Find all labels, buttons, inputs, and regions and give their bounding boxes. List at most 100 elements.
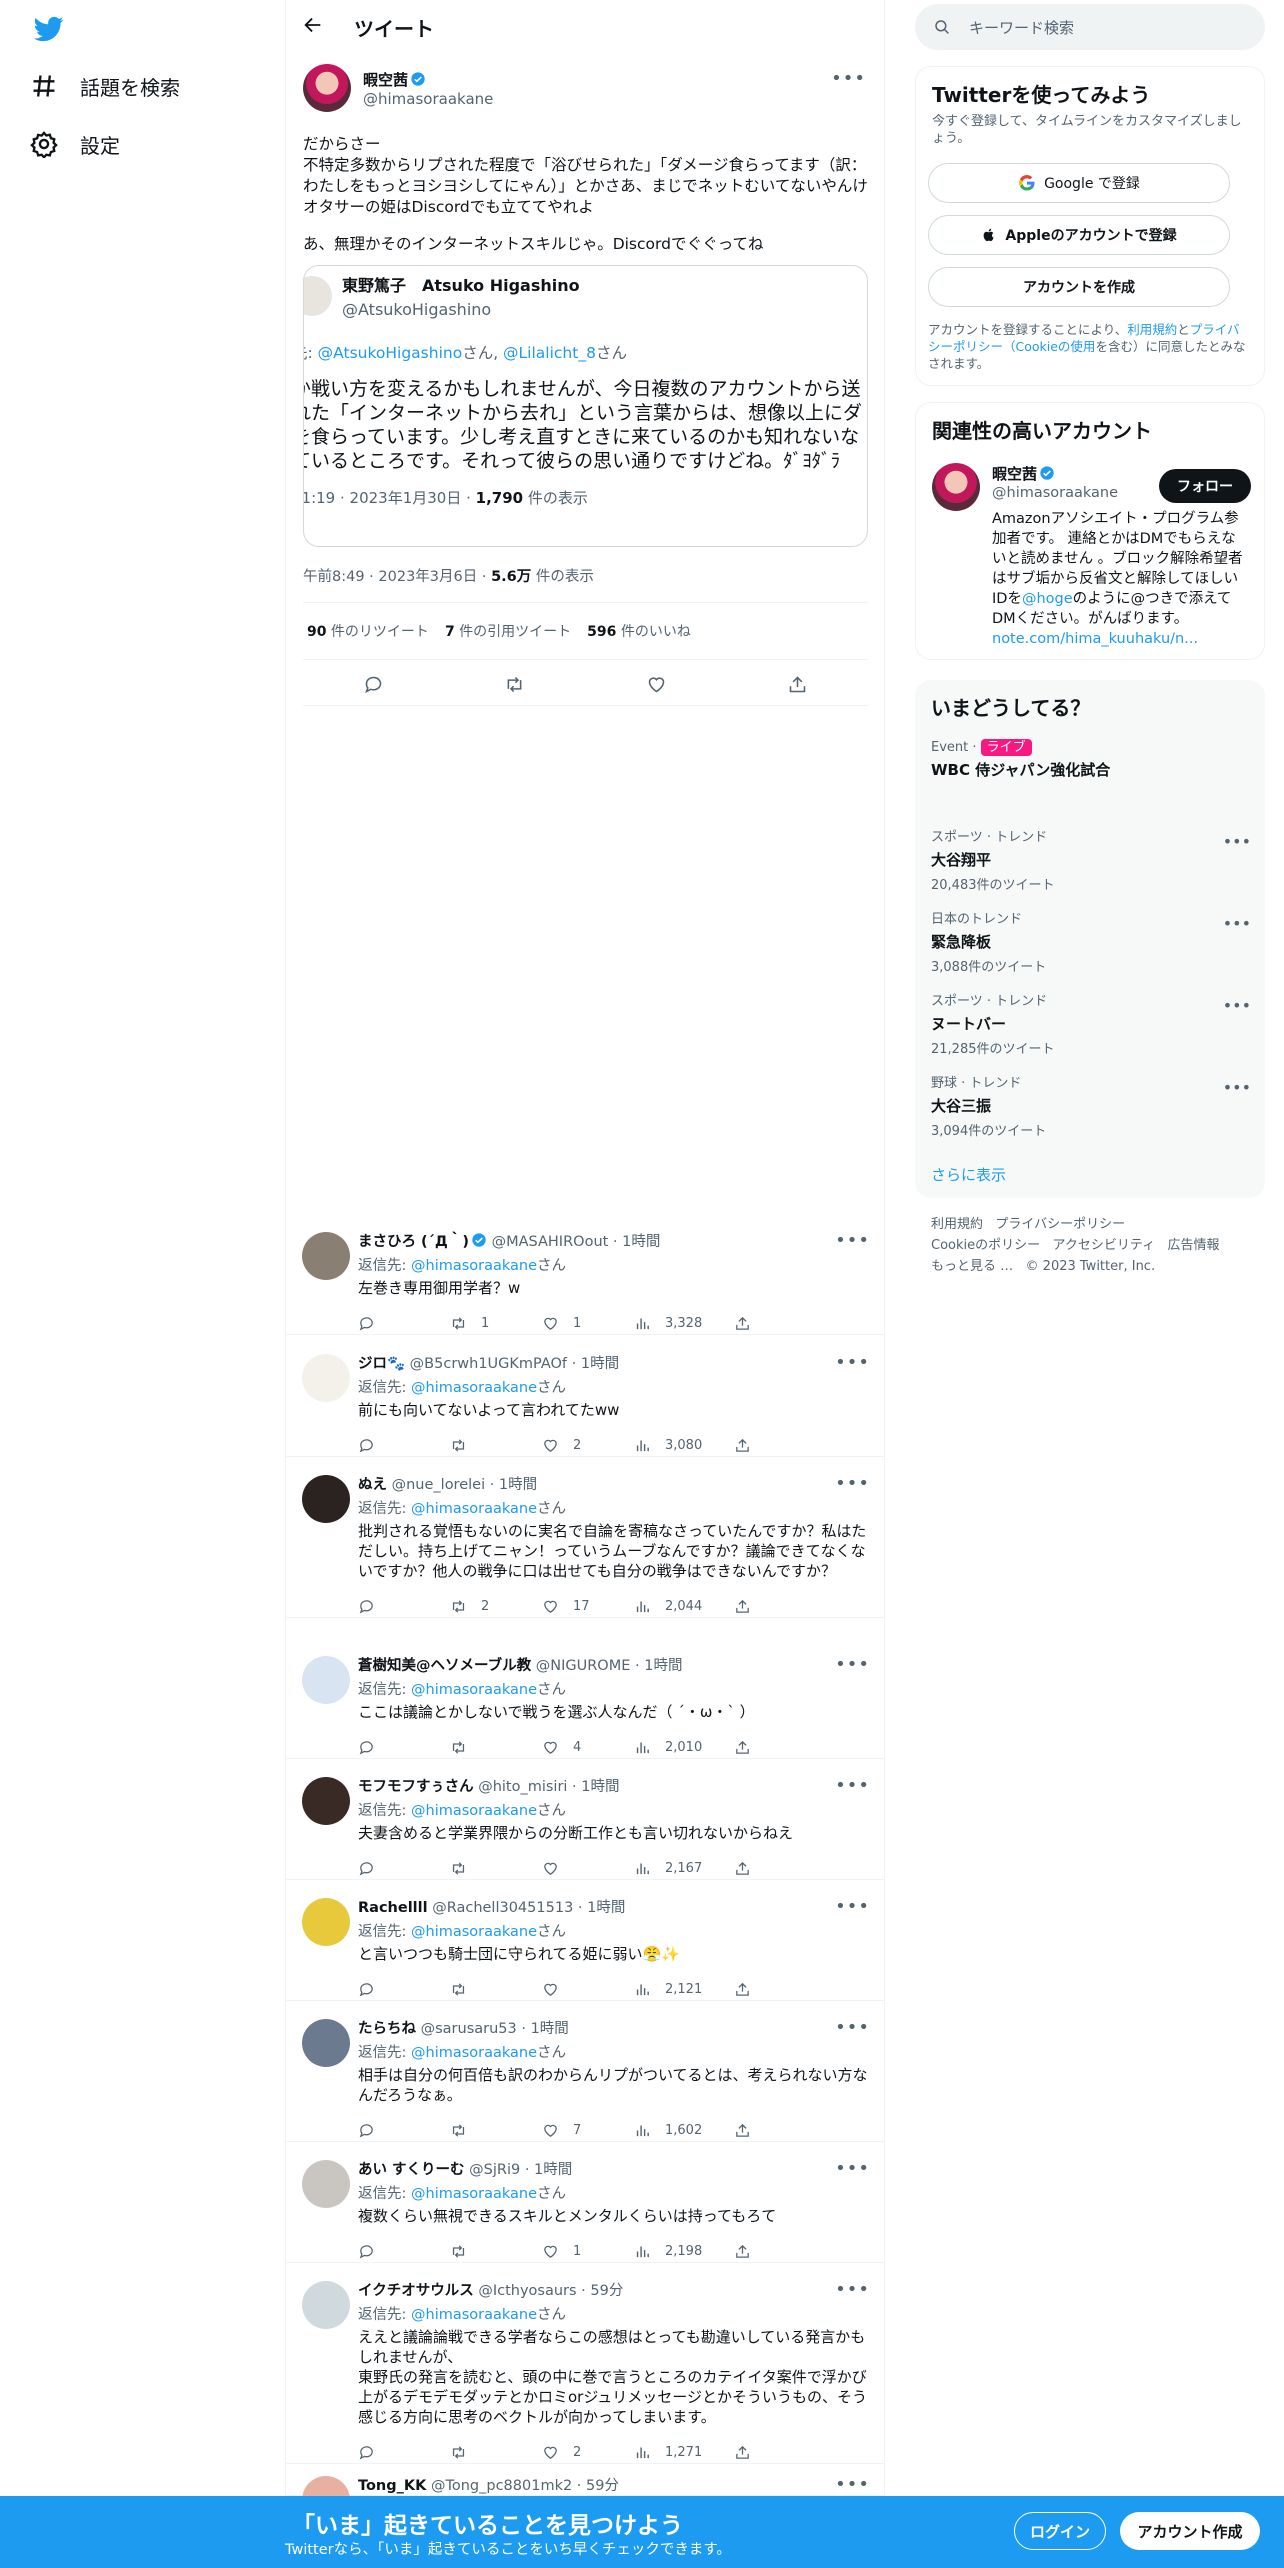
apple-signup-button[interactable]: Appleのアカウントで登録 xyxy=(928,215,1230,255)
terms-link[interactable]: 利用規約 xyxy=(1127,322,1177,337)
like-action[interactable]: 1 xyxy=(542,2243,634,2260)
more-options-icon[interactable]: ••• xyxy=(835,2474,870,2495)
reply-author-name[interactable]: あい すくりーむ xyxy=(358,2162,465,2178)
related-avatar[interactable] xyxy=(932,463,980,511)
share-action[interactable] xyxy=(734,1739,751,1756)
reply-author-name[interactable]: イクチオサウルス xyxy=(358,2283,474,2299)
reply-author-handle[interactable]: @NIGUROME xyxy=(536,1658,631,1674)
avatar[interactable] xyxy=(302,2019,350,2067)
reply-tweet[interactable]: ••• Tong_KK @Tong_pc8801mk2 · 59分 xyxy=(286,2462,884,2524)
share-icon[interactable] xyxy=(787,674,808,695)
reply-action[interactable] xyxy=(358,1739,450,1756)
reply-tweet[interactable]: ••• Rachellll @Rachell30451513 · 1時間 返信先: … xyxy=(286,1884,884,2001)
reply-author-name[interactable]: ジロ🐾 xyxy=(358,1356,405,1372)
reply-author-handle[interactable]: @hito_misiri xyxy=(478,1779,567,1795)
reply-tweet[interactable]: ••• ぬえ @nue_lorelei · 1時間 返信先: @himasoraak… xyxy=(286,1461,884,1618)
quote-reply-link-2[interactable]: @Lilalicht_8 xyxy=(503,344,596,362)
show-more-link[interactable]: さらに表示 xyxy=(931,1164,1006,1185)
back-button[interactable] xyxy=(302,14,324,40)
views-action[interactable]: 1,271 xyxy=(634,2444,734,2461)
more-options-icon[interactable]: ••• xyxy=(835,2158,870,2179)
quote-stat[interactable]: 7 件の引用ツイート xyxy=(445,621,571,641)
retweet-action[interactable] xyxy=(450,2444,542,2461)
views-action[interactable]: 2,167 xyxy=(634,1860,734,1877)
like-action[interactable]: 4 xyxy=(542,1739,634,1756)
reply-to-link[interactable]: @himasoraakane xyxy=(411,1380,537,1396)
reply-author-handle[interactable]: @MASAHIROout xyxy=(492,1234,609,1250)
reply-author-name[interactable]: まさひろ (´Д｀) xyxy=(358,1234,469,1250)
reply-to-link[interactable]: @himasoraakane xyxy=(411,2186,537,2202)
reply-time[interactable]: · 1時間 xyxy=(630,1658,682,1674)
retweet-icon[interactable] xyxy=(504,674,525,695)
reply-to-link[interactable]: @himasoraakane xyxy=(411,1924,537,1940)
reply-time[interactable]: · 59分 xyxy=(572,2478,619,2494)
reply-tweet[interactable]: ••• まさひろ (´Д｀) @MASAHIROout · 1時間 返信先: @hi… xyxy=(286,1218,884,1335)
reply-to-link[interactable]: @himasoraakane xyxy=(411,2307,537,2323)
reply-tweet[interactable]: ••• たらちね @sarusaru53 · 1時間 返信先: @himasoraa… xyxy=(286,2005,884,2142)
retweet-action[interactable] xyxy=(450,1437,542,1454)
heart-icon[interactable] xyxy=(646,674,667,695)
views-action[interactable]: 2,198 xyxy=(634,2243,734,2260)
reply-action[interactable] xyxy=(358,1981,450,1998)
reply-to-link[interactable]: @himasoraakane xyxy=(411,1501,537,1517)
more-options-icon[interactable]: ••• xyxy=(835,1654,870,1675)
views-action[interactable]: 2,044 xyxy=(634,1598,734,1615)
retweet-action[interactable] xyxy=(450,1739,542,1756)
more-options-icon[interactable]: ••• xyxy=(835,1352,870,1373)
more-options-icon[interactable]: ••• xyxy=(835,2017,870,2038)
create-account-button[interactable]: アカウントを作成 xyxy=(928,267,1230,307)
avatar[interactable] xyxy=(303,64,351,112)
retweet-action[interactable] xyxy=(450,1860,542,1877)
reply-tweet[interactable]: ••• 蒼樹知美@ヘソメーブル教 @NIGUROME · 1時間 返信先: @him… xyxy=(286,1642,884,1759)
author-handle[interactable]: @himasoraakane xyxy=(363,90,493,108)
reply-action[interactable] xyxy=(358,1315,450,1332)
reply-author-name[interactable]: Tong_KK xyxy=(358,2478,426,2494)
like-action[interactable]: 7 xyxy=(542,2122,634,2139)
reply-author-handle[interactable]: @nue_lorelei xyxy=(392,1477,486,1493)
reply-action[interactable] xyxy=(358,2444,450,2461)
footer-link[interactable]: プライバシーポリシー xyxy=(995,1217,1125,1232)
reply-action[interactable] xyxy=(358,1598,450,1615)
reply-author-name[interactable]: Rachellll xyxy=(358,1900,428,1916)
share-action[interactable] xyxy=(734,2444,751,2461)
avatar[interactable] xyxy=(302,1898,350,1946)
reply-tweet[interactable]: ••• モフモフすぅさん @hito_misiri · 1時間 返信先: @hima… xyxy=(286,1763,884,1880)
reply-author-handle[interactable]: @Tong_pc8801mk2 xyxy=(431,2478,572,2494)
bio-mention-link[interactable]: @hoge xyxy=(1022,591,1073,607)
footer-more-link[interactable]: もっと見る … xyxy=(931,1259,1013,1274)
avatar[interactable] xyxy=(302,2160,350,2208)
nav-settings[interactable]: 設定 xyxy=(30,120,120,168)
like-action[interactable]: 2 xyxy=(542,2444,634,2461)
google-signup-button[interactable]: Google で登録 xyxy=(928,163,1230,203)
retweet-action[interactable] xyxy=(450,2243,542,2260)
avatar[interactable] xyxy=(302,2281,350,2329)
reply-tweet[interactable]: ••• イクチオサウルス @Icthyosaurs · 59分 返信先: @hima… xyxy=(286,2267,884,2464)
like-action[interactable] xyxy=(542,1981,634,1998)
avatar[interactable] xyxy=(302,1475,350,1523)
reply-time[interactable]: · 1時間 xyxy=(567,1356,619,1372)
reply-icon[interactable] xyxy=(363,674,384,695)
reply-time[interactable]: · 1時間 xyxy=(608,1234,660,1250)
author-name[interactable]: 暇空茜 xyxy=(363,71,408,89)
trend-item[interactable]: スポーツ · トレンド ヌートバー 21,285件のツイート ••• xyxy=(931,990,1251,1057)
reply-author-handle[interactable]: @Rachell30451513 xyxy=(432,1900,573,1916)
share-action[interactable] xyxy=(734,1598,751,1615)
more-options-icon[interactable]: ••• xyxy=(1223,996,1251,1015)
like-action[interactable]: 17 xyxy=(542,1598,634,1615)
reply-action[interactable] xyxy=(358,1860,450,1877)
avatar[interactable] xyxy=(302,1354,350,1402)
related-name-row[interactable]: 暇空茜 xyxy=(992,463,1055,484)
reply-author-handle[interactable]: @B5crwh1UGKmPAOf xyxy=(410,1356,567,1372)
reply-time[interactable]: · 1時間 xyxy=(517,2021,568,2037)
retweet-action[interactable] xyxy=(450,1981,542,1998)
reply-tweet[interactable]: ••• あい すくりーむ @SjRi9 · 1時間 返信先: @himasoraak… xyxy=(286,2146,884,2263)
more-options-icon[interactable]: ••• xyxy=(831,68,866,89)
quote-avatar[interactable] xyxy=(304,275,332,316)
reply-time[interactable]: · 1時間 xyxy=(485,1477,537,1493)
trend-item[interactable]: 野球 · トレンド 大谷三振 3,094件のツイート ••• xyxy=(931,1072,1251,1139)
retweet-action[interactable] xyxy=(450,2122,542,2139)
bio-url-link[interactable]: note.com/hima_kuuhaku/n... xyxy=(992,631,1198,647)
footer-link[interactable]: 利用規約 xyxy=(931,1217,983,1232)
trend-item[interactable]: スポーツ · トレンド 大谷翔平 20,483件のツイート ••• xyxy=(931,826,1251,893)
search-input[interactable]: キーワード検索 xyxy=(969,17,1074,38)
